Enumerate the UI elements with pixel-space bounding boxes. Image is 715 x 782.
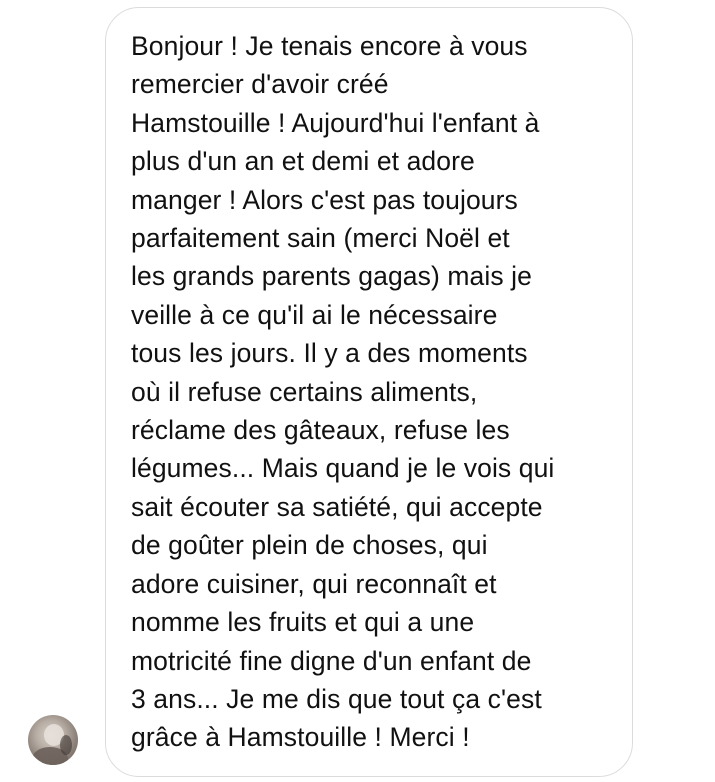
chat-view: Bonjour ! Je tenais encore à vous remerc… bbox=[0, 0, 715, 782]
message-line: Bonjour ! Je tenais encore à vous bbox=[131, 31, 528, 61]
sender-avatar[interactable] bbox=[28, 715, 78, 765]
message-line: veille à ce qu'il ai le nécessaire bbox=[131, 299, 498, 330]
message-line: parfaitement sain (merci Noël et bbox=[131, 223, 510, 254]
message-line: sait écouter sa satiété, qui accepte bbox=[131, 491, 543, 522]
message-line: grâce à Hamstouille ! Merci ! bbox=[131, 722, 470, 753]
message-line: motricité fine digne d'un enfant de bbox=[131, 645, 532, 676]
message-line: plus d'un an et demi et adore bbox=[131, 146, 475, 177]
message-line: remercier d'avoir créé bbox=[131, 69, 389, 100]
message-line: Hamstouille ! Aujourd'hui l'enfant à bbox=[131, 107, 540, 138]
message-line: manger ! Alors c'est pas toujours bbox=[131, 184, 518, 215]
profile-photo-icon bbox=[32, 724, 72, 765]
message-line: légumes... Mais quand je le vois qui bbox=[131, 453, 555, 484]
message-line: tous les jours. Il y a des moments bbox=[131, 338, 528, 369]
message-line: nomme les fruits et qui a une bbox=[131, 607, 475, 638]
message-text: Bonjour ! Je tenais encore à vous remerc… bbox=[131, 27, 621, 757]
message-line: de goûter plein de choses, qui bbox=[131, 530, 488, 561]
message-line: réclame des gâteaux, refuse les bbox=[131, 415, 510, 446]
message-line: adore cuisiner, qui reconnaît et bbox=[131, 568, 497, 599]
message-line: les grands parents gagas) mais je bbox=[131, 261, 533, 292]
message-line: où il refuse certains aliments, bbox=[131, 376, 478, 407]
message-line: 3 ans... Je me dis que tout ça c'est bbox=[131, 683, 542, 714]
